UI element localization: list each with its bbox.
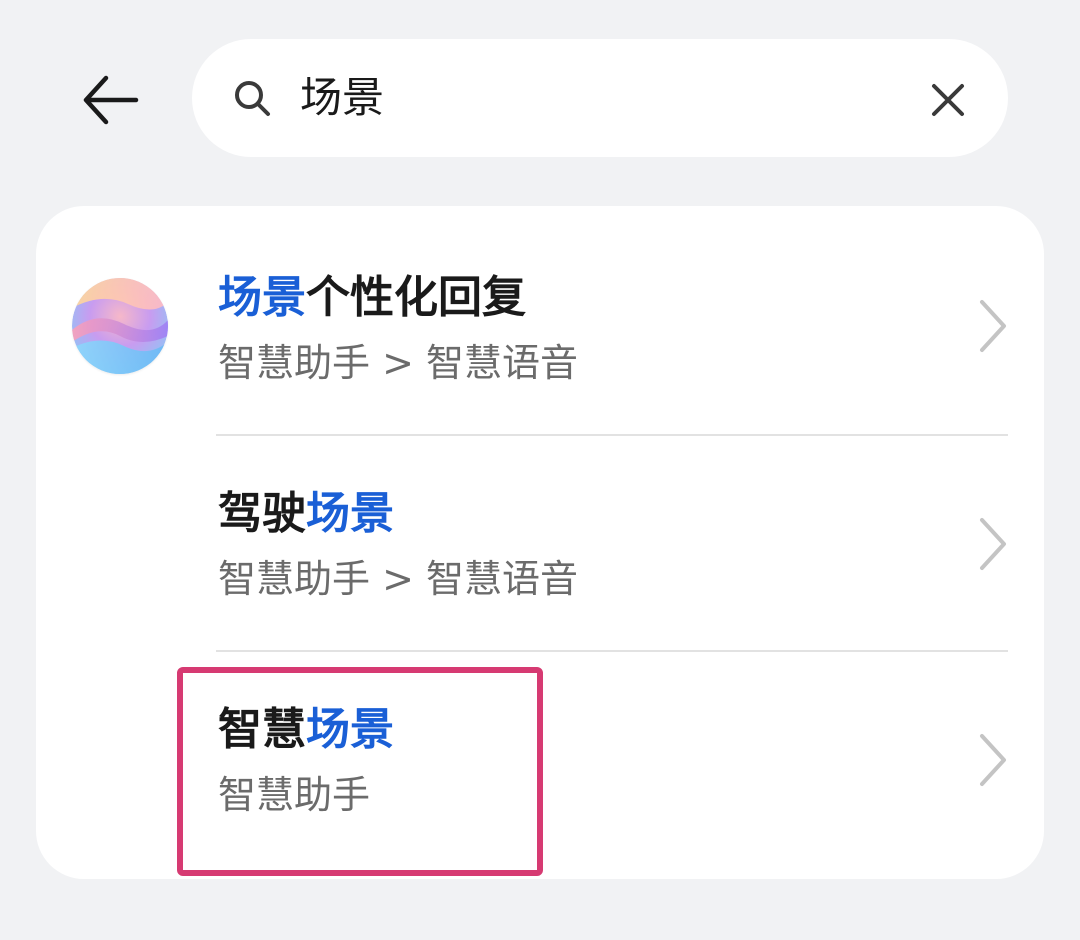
result-title-highlight: 场景 [218, 272, 306, 323]
search-input[interactable] [300, 62, 860, 134]
result-title-text: 智慧 [218, 704, 306, 755]
result-title-highlight: 场景 [306, 704, 394, 755]
arrow-left-icon [83, 75, 139, 125]
back-button[interactable] [64, 60, 152, 140]
search-result-item[interactable]: 驾驶场景 智慧助手 > 智慧语音 [36, 436, 1044, 650]
result-path: 智慧助手 [218, 773, 371, 817]
smart-assistant-icon [72, 278, 168, 374]
search-icon [235, 81, 270, 116]
search-result-item[interactable]: 场景个性化回复 智慧助手 > 智慧语音 [36, 206, 1044, 434]
search-result-item[interactable]: 智慧场景 智慧助手 [36, 652, 1044, 878]
result-title-highlight: 场景 [306, 488, 394, 539]
chevron-right-icon [980, 734, 1006, 786]
result-title-text: 驾驶 [218, 488, 306, 539]
chevron-right-icon [980, 300, 1006, 352]
clear-search-button[interactable] [918, 70, 978, 130]
result-path: 智慧助手 > 智慧语音 [218, 557, 578, 601]
result-title: 驾驶场景 [218, 486, 394, 542]
result-title-text: 个性化回复 [306, 272, 526, 323]
close-icon [932, 84, 964, 116]
result-path: 智慧助手 > 智慧语音 [218, 341, 578, 385]
chevron-right-icon [980, 518, 1006, 570]
result-title: 场景个性化回复 [218, 270, 526, 326]
result-title: 智慧场景 [218, 702, 394, 758]
